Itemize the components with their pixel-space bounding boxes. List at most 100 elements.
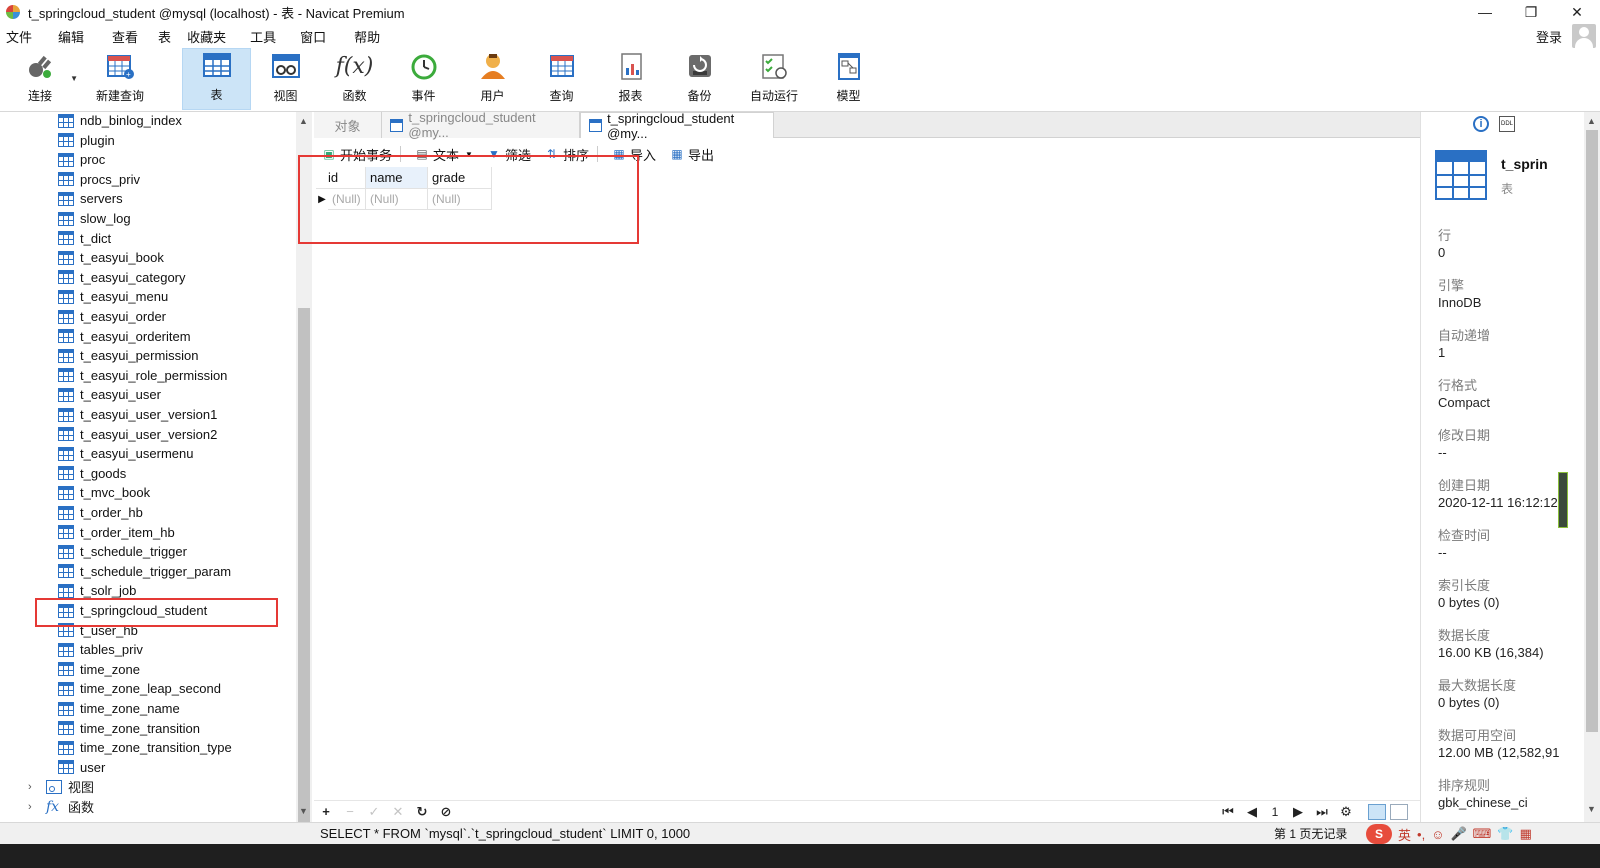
tree-group-functions[interactable]: › fx 函数 bbox=[28, 797, 94, 816]
tree-item-table[interactable]: time_zone_transition_type bbox=[58, 738, 232, 757]
chevron-right-icon[interactable]: › bbox=[28, 801, 40, 813]
tab-table-design[interactable]: t_springcloud_student @my... bbox=[382, 110, 580, 140]
input-method-bar[interactable]: S 英 •, ☺ 🎤 ⌨ 👕 ▦ bbox=[1366, 824, 1532, 844]
ime-keyboard-icon[interactable]: ⌨ bbox=[1473, 826, 1492, 842]
scroll-up-icon[interactable]: ▲ bbox=[299, 116, 308, 126]
maximize-button[interactable]: ❐ bbox=[1508, 0, 1554, 24]
tree-item-table[interactable]: servers bbox=[58, 189, 123, 208]
tree-item-table[interactable]: time_zone_name bbox=[58, 699, 180, 718]
tab-table-data[interactable]: t_springcloud_student @my... bbox=[580, 111, 774, 141]
add-record-icon[interactable]: + bbox=[314, 804, 338, 819]
event-button[interactable]: 事件 bbox=[389, 48, 458, 110]
tree-item-table[interactable]: t_easyui_order bbox=[58, 307, 166, 326]
menu-window[interactable]: 窗口 bbox=[292, 27, 334, 46]
tree-item-table[interactable]: t_easyui_orderitem bbox=[58, 327, 191, 346]
menu-tools[interactable]: 工具 bbox=[242, 27, 284, 46]
minimize-button[interactable]: — bbox=[1462, 0, 1508, 24]
report-label: 报表 bbox=[618, 89, 643, 103]
ime-toolbox-icon[interactable]: ▦ bbox=[1520, 826, 1532, 842]
tree-scrollbar-thumb[interactable] bbox=[298, 308, 310, 848]
tree-item-table[interactable]: user bbox=[58, 758, 105, 777]
tree-item-table[interactable]: t_easyui_category bbox=[58, 268, 186, 287]
connect-dropdown-icon[interactable]: ▼ bbox=[70, 74, 78, 83]
delete-record-icon[interactable]: − bbox=[338, 804, 362, 819]
tree-item-table[interactable]: t_easyui_role_permission bbox=[58, 366, 227, 385]
info-icon[interactable]: i bbox=[1473, 116, 1489, 132]
tree-item-table[interactable]: t_dict bbox=[58, 229, 111, 248]
menu-view[interactable]: 查看 bbox=[104, 27, 146, 46]
close-button[interactable]: ✕ bbox=[1554, 0, 1600, 24]
menu-edit[interactable]: 编辑 bbox=[50, 27, 92, 46]
tree-item-table[interactable]: t_mvc_book bbox=[58, 483, 150, 502]
table-button[interactable]: 表 bbox=[182, 48, 251, 110]
export-button[interactable]: ▦ 导出 bbox=[666, 145, 718, 164]
user-button[interactable]: 用户 bbox=[458, 48, 527, 110]
tree-item-table[interactable]: t_easyui_permission bbox=[58, 346, 199, 365]
avatar-icon[interactable] bbox=[1572, 24, 1596, 48]
menu-favorites[interactable]: 收藏夹 bbox=[179, 27, 234, 46]
tree-item-table[interactable]: plugin bbox=[58, 131, 115, 150]
tree-item-table[interactable]: t_schedule_trigger_param bbox=[58, 562, 231, 581]
ddl-icon[interactable]: DDL bbox=[1499, 116, 1515, 132]
sogou-ime-icon[interactable]: S bbox=[1366, 824, 1392, 844]
login-link[interactable]: 登录 bbox=[1536, 27, 1562, 46]
ime-language[interactable]: 英 bbox=[1398, 825, 1411, 844]
query-button[interactable]: 查询 bbox=[527, 48, 596, 110]
tree-item-table[interactable]: t_order_item_hb bbox=[58, 523, 175, 542]
page-number-field[interactable]: 1 bbox=[1264, 805, 1286, 819]
side-dock-handle[interactable] bbox=[1558, 472, 1568, 528]
tree-item-table[interactable]: time_zone_transition bbox=[58, 719, 200, 738]
grid-view-icon[interactable] bbox=[1368, 804, 1386, 820]
auto-run-button[interactable]: 自动运行 bbox=[734, 48, 814, 110]
ime-emoji-icon[interactable]: ☺ bbox=[1431, 827, 1444, 842]
tree-item-table[interactable]: time_zone bbox=[58, 660, 140, 679]
scroll-down-icon[interactable]: ▼ bbox=[299, 806, 308, 816]
menu-table[interactable]: 表 bbox=[150, 27, 179, 46]
connect-button[interactable]: 连接 ▼ bbox=[0, 48, 80, 110]
tree-item-table[interactable]: time_zone_leap_second bbox=[58, 679, 221, 698]
tree-item-table[interactable]: t_easyui_menu bbox=[58, 287, 168, 306]
settings-gear-icon[interactable]: ⚙ bbox=[1334, 804, 1358, 820]
backup-button[interactable]: 备份 bbox=[665, 48, 734, 110]
model-button[interactable]: 模型 bbox=[814, 48, 883, 110]
tree-item-table[interactable]: slow_log bbox=[58, 209, 131, 228]
tree-item-table[interactable]: t_easyui_user bbox=[58, 385, 161, 404]
tree-item-table[interactable]: t_easyui_user_version2 bbox=[58, 425, 217, 444]
tree-item-table[interactable]: t_goods bbox=[58, 464, 126, 483]
ime-voice-icon[interactable]: 🎤 bbox=[1450, 826, 1466, 842]
last-page-icon[interactable]: ⏭ bbox=[1310, 804, 1334, 820]
tab-objects[interactable]: 对象 bbox=[314, 112, 382, 138]
view-button[interactable]: 视图 bbox=[251, 48, 320, 110]
new-query-button[interactable]: + 新建查询 bbox=[80, 48, 160, 110]
tree-item-table[interactable]: t_schedule_trigger bbox=[58, 542, 187, 561]
tree-item-table[interactable]: t_order_hb bbox=[58, 503, 143, 522]
tree-item-table[interactable]: ndb_binlog_index bbox=[58, 112, 182, 130]
tree-item-table[interactable]: tables_priv bbox=[58, 640, 143, 659]
form-view-icon[interactable] bbox=[1390, 804, 1408, 820]
tree-group-views[interactable]: › 视图 bbox=[28, 777, 94, 796]
info-scrollbar-thumb[interactable] bbox=[1586, 130, 1598, 732]
ime-punctuation-icon[interactable]: •, bbox=[1417, 827, 1425, 842]
scroll-up-icon[interactable]: ▲ bbox=[1587, 116, 1596, 126]
tree-item-table[interactable]: t_easyui_user_version1 bbox=[58, 405, 217, 424]
menu-file[interactable]: 文件 bbox=[0, 27, 40, 46]
discard-changes-icon[interactable]: ✕ bbox=[386, 804, 410, 820]
tree-item-table[interactable]: t_easyui_usermenu bbox=[58, 444, 193, 463]
chevron-right-icon[interactable]: › bbox=[28, 781, 40, 793]
query-label: 查询 bbox=[549, 89, 574, 103]
tree-item-table[interactable]: proc bbox=[58, 150, 105, 169]
scroll-down-icon[interactable]: ▼ bbox=[1587, 804, 1596, 814]
tree-item-table[interactable]: procs_priv bbox=[58, 170, 140, 189]
ime-skin-icon[interactable]: 👕 bbox=[1497, 826, 1513, 842]
info-scrollbar[interactable]: ▲ ▼ bbox=[1584, 112, 1600, 822]
menu-help[interactable]: 帮助 bbox=[346, 27, 388, 46]
tree-item-table[interactable]: t_easyui_book bbox=[58, 248, 164, 267]
report-button[interactable]: 报表 bbox=[596, 48, 665, 110]
first-page-icon[interactable]: ⏮ bbox=[1216, 804, 1240, 820]
next-page-icon[interactable]: ▶ bbox=[1286, 804, 1310, 820]
function-button[interactable]: f(x) 函数 bbox=[320, 48, 389, 110]
stop-icon[interactable]: ⊘ bbox=[434, 804, 458, 820]
apply-changes-icon[interactable]: ✓ bbox=[362, 804, 386, 820]
prev-page-icon[interactable]: ◀ bbox=[1240, 804, 1264, 820]
refresh-icon[interactable]: ↻ bbox=[410, 804, 434, 820]
